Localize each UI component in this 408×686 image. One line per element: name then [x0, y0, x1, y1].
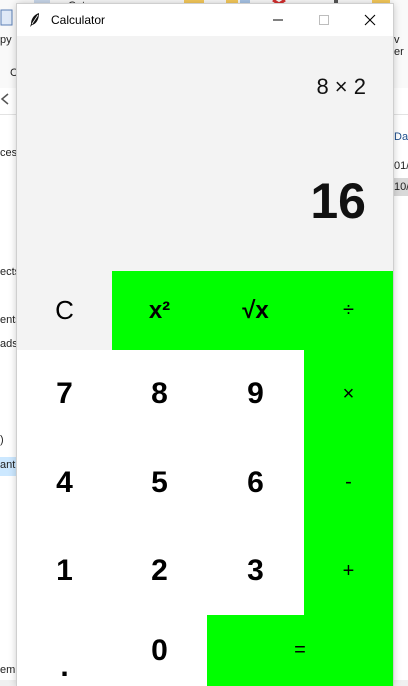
minimize-icon — [273, 19, 283, 21]
digit-0-button[interactable]: 0 — [112, 615, 207, 686]
background-date-cell: 10/ — [394, 181, 408, 193]
square-root-button[interactable]: √x — [207, 271, 304, 350]
background-ribbon-right-label-1: v — [394, 34, 400, 46]
background-column-header: Da — [394, 131, 408, 143]
digit-8-button[interactable]: 8 — [112, 350, 207, 438]
digit-5-button[interactable]: 5 — [112, 438, 207, 527]
background-nav-item: ) — [0, 434, 4, 446]
copy-icon — [0, 9, 13, 26]
equals-button[interactable]: = — [207, 615, 393, 686]
digit-2-button[interactable]: 2 — [112, 527, 207, 615]
close-button[interactable] — [347, 4, 393, 36]
digit-4-button[interactable]: 4 — [17, 438, 112, 527]
minimize-button[interactable] — [255, 4, 301, 36]
digit-6-button[interactable]: 6 — [207, 438, 304, 527]
square-button[interactable]: x² — [112, 271, 207, 350]
calculator-window: Calculator 8 × 2 16 C x² √x ÷ 7 8 9 × 4 … — [17, 4, 393, 686]
digit-1-button[interactable]: 1 — [17, 527, 112, 615]
digit-3-button[interactable]: 3 — [207, 527, 304, 615]
maximize-icon — [319, 15, 329, 25]
background-nav-item: ant — [0, 459, 16, 471]
divide-button[interactable]: ÷ — [304, 271, 393, 350]
digit-9-button[interactable]: 9 — [207, 350, 304, 438]
background-date-cell: 01/ — [394, 160, 408, 172]
background-ribbon-copy-label: py — [0, 34, 12, 46]
title-bar[interactable]: Calculator — [17, 4, 393, 36]
window-title: Calculator — [51, 13, 106, 27]
clear-button[interactable]: C — [17, 271, 112, 350]
add-button[interactable]: + — [304, 527, 393, 615]
chevron-left-icon — [0, 93, 9, 105]
result-readout: 16 — [310, 173, 366, 229]
digit-7-button[interactable]: 7 — [17, 350, 112, 438]
calculator-display: 8 × 2 16 — [17, 36, 393, 271]
subtract-button[interactable]: - — [304, 438, 393, 527]
decimal-button[interactable]: . — [17, 615, 112, 686]
close-icon — [364, 14, 376, 26]
background-nav-item: ads — [0, 338, 18, 350]
keypad: C x² √x ÷ 7 8 9 × 4 5 6 - 1 2 3 + . 0 = — [17, 271, 393, 686]
maximize-button[interactable] — [301, 4, 347, 36]
background-ribbon-right-label-2: er — [394, 46, 404, 58]
feather-icon — [30, 13, 39, 27]
multiply-button[interactable]: × — [304, 350, 393, 438]
expression-readout: 8 × 2 — [316, 74, 366, 99]
